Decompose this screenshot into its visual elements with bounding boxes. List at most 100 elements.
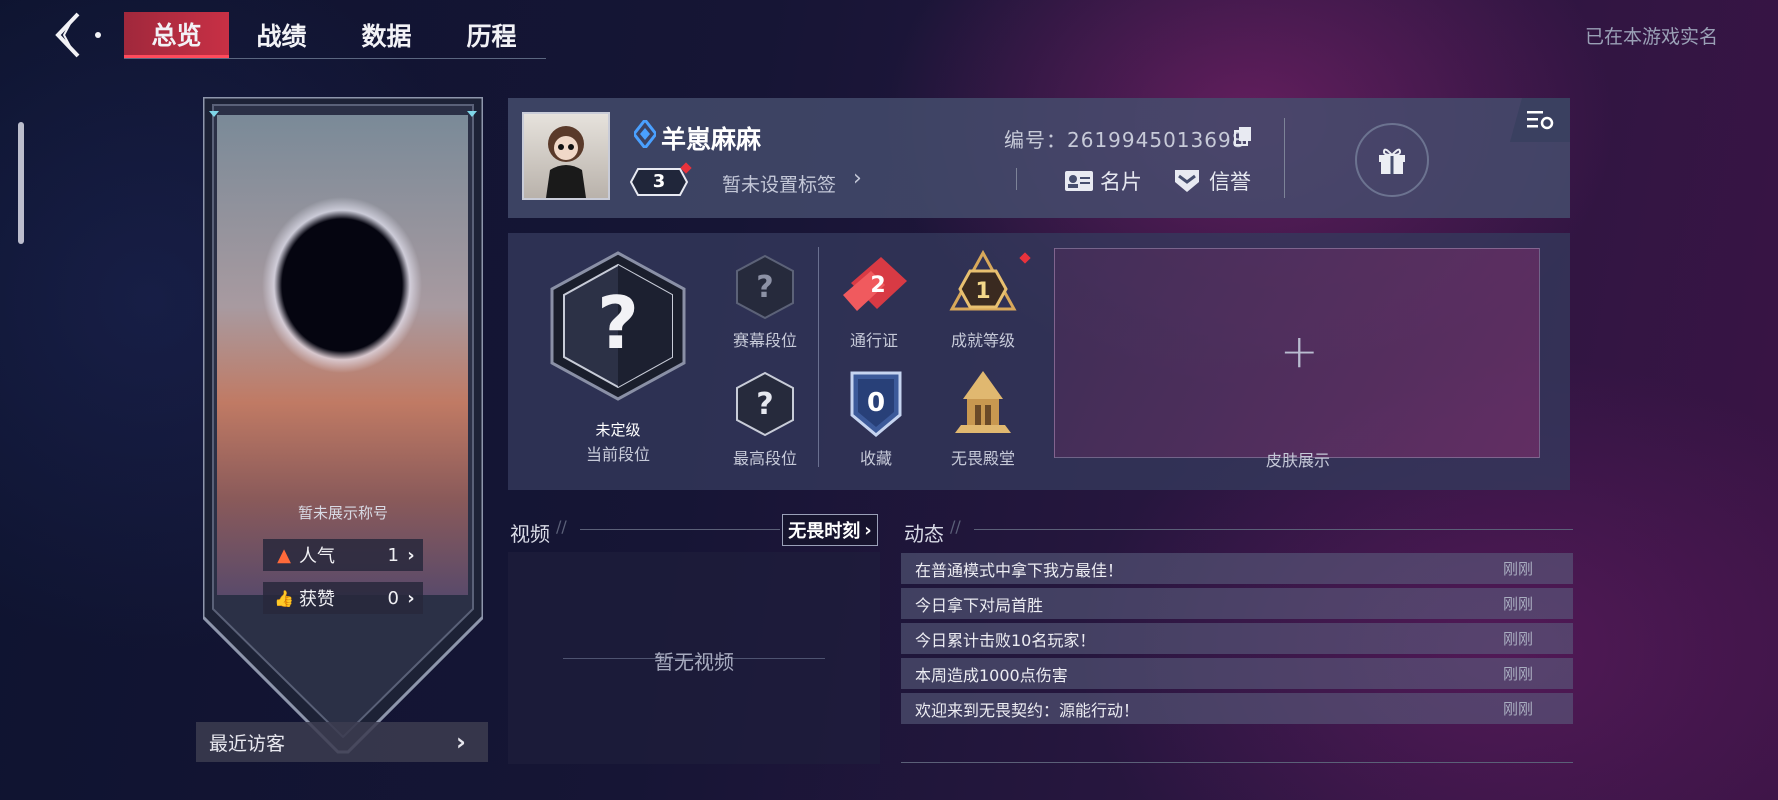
svg-text:?: ? xyxy=(597,281,639,365)
svg-text:?: ? xyxy=(756,387,773,422)
achievement-icon[interactable]: 1 xyxy=(948,249,1018,323)
copy-icon[interactable] xyxy=(1234,126,1252,146)
chevron-right-icon: › xyxy=(864,519,872,541)
profile-header: 羊崽麻麻 3 暂未设置标签 › 编号：2619945013698 名片 信誉 xyxy=(508,98,1570,218)
pass-value: 2 xyxy=(870,273,885,298)
chevron-right-icon: › xyxy=(407,587,415,609)
username: 羊崽麻麻 xyxy=(661,125,762,154)
id-card-icon xyxy=(1065,171,1093,191)
section-divider xyxy=(974,529,1573,530)
pass-ticket-icon[interactable]: 2 xyxy=(841,253,911,323)
likes-label: 获赞 xyxy=(299,589,335,610)
current-rank-label: 当前段位 xyxy=(585,445,650,464)
avatar[interactable] xyxy=(522,112,610,200)
no-video-text: 暂无视频 xyxy=(654,650,734,674)
feed-item-time: 刚刚 xyxy=(1503,630,1534,648)
avatar-image xyxy=(546,126,586,198)
feed-item-text: 欢迎来到无畏契约：源能行动！ xyxy=(915,700,1140,720)
svg-text:?: ? xyxy=(756,270,773,305)
player-id: 编号：2619945013698 xyxy=(1004,128,1246,152)
business-card-label: 名片 xyxy=(1100,170,1142,194)
feed-item-text: 今日累计击败10名玩家！ xyxy=(915,630,1096,650)
add-icon: + xyxy=(1280,324,1319,378)
feed-item-time: 刚刚 xyxy=(1503,665,1534,683)
recent-visitors-label: 最近访客 xyxy=(209,732,286,755)
section-divider xyxy=(901,762,1573,763)
rank-panel: ? 未定级 当前段位 ? 赛幕段位 ? 最高段位 2 通行证 1 成就等级 0 … xyxy=(508,233,1570,490)
popularity-label: 人气 xyxy=(299,546,335,567)
credit-label: 信誉 xyxy=(1209,170,1251,194)
section-slash-icon: // xyxy=(556,517,567,536)
chevron-right-icon[interactable]: › xyxy=(853,166,862,191)
feed-item[interactable]: 欢迎来到无畏契约：源能行动！ 刚刚 xyxy=(901,693,1573,724)
achievement-value: 1 xyxy=(975,279,990,304)
highest-rank-label: 最高段位 xyxy=(732,449,797,468)
collection-badge-icon[interactable]: 0 xyxy=(848,369,904,439)
thumbs-up-icon: 👍 xyxy=(274,588,294,608)
recent-visitors-button[interactable]: 最近访客 › xyxy=(196,722,488,762)
highest-rank-icon[interactable]: ? xyxy=(735,371,795,437)
divider xyxy=(1284,118,1285,198)
tab-bar: 总览 战绩 数据 历程 xyxy=(124,12,546,59)
business-card-button[interactable]: 名片 xyxy=(1064,166,1142,196)
highlights-link[interactable]: 无畏时刻 › xyxy=(782,514,878,546)
divider xyxy=(1016,168,1017,190)
fire-icon: ▲ xyxy=(277,544,291,566)
feed-item-text: 在普通模式中拿下我方最佳！ xyxy=(915,560,1124,580)
feed-item-time: 刚刚 xyxy=(1503,700,1534,718)
tab-record[interactable]: 战绩 xyxy=(229,12,334,58)
feed-item-time: 刚刚 xyxy=(1503,595,1534,613)
video-section-title: 视频 xyxy=(510,522,550,546)
notification-dot xyxy=(1019,252,1031,264)
video-area: 暂无视频 xyxy=(508,552,880,764)
card-artwork xyxy=(217,115,468,595)
settings-button[interactable] xyxy=(1510,98,1570,142)
current-rank-value: 未定级 xyxy=(595,421,641,439)
scrollbar[interactable] xyxy=(18,122,24,244)
section-slash-icon: // xyxy=(950,517,961,536)
player-card[interactable]: 暂未展示称号 ▲ 人气 1 › 👍 获赞 0 › xyxy=(203,97,483,755)
back-arrow-icon xyxy=(55,12,101,58)
likes-value: 0 xyxy=(387,587,399,609)
pass-label: 通行证 xyxy=(849,331,898,350)
card-title: 暂未展示称号 xyxy=(297,504,388,522)
tab-data[interactable]: 数据 xyxy=(334,12,439,58)
skin-showcase[interactable]: + 皮肤展示 xyxy=(1054,248,1540,470)
chevron-right-icon: › xyxy=(456,728,466,756)
feed-section-title: 动态 xyxy=(904,522,944,546)
hall-label: 无畏殿堂 xyxy=(950,449,1015,468)
level-number: 3 xyxy=(652,171,666,192)
credit-button[interactable]: 信誉 xyxy=(1173,166,1251,196)
unranked-hex-icon[interactable]: ? xyxy=(548,251,688,401)
section-divider xyxy=(580,529,780,530)
feed-item-time: 刚刚 xyxy=(1503,560,1534,578)
realname-status: 已在本游戏实名 xyxy=(1584,26,1718,48)
feed-item-text: 今日拿下对局首胜 xyxy=(915,595,1044,615)
back-button[interactable] xyxy=(48,10,108,60)
gift-button[interactable] xyxy=(1355,123,1429,197)
shield-icon xyxy=(1175,170,1199,192)
divider xyxy=(818,247,819,467)
tab-overview[interactable]: 总览 xyxy=(124,12,229,58)
tag-label[interactable]: 暂未设置标签 xyxy=(722,170,836,197)
season-rank-icon[interactable]: ? xyxy=(735,254,795,320)
likes-stat[interactable]: 👍 获赞 0 › xyxy=(263,582,423,614)
chevron-right-icon: › xyxy=(407,544,415,566)
season-rank-label: 赛幕段位 xyxy=(732,331,797,350)
tab-history[interactable]: 历程 xyxy=(439,12,544,58)
achievement-label: 成就等级 xyxy=(950,331,1015,350)
feed-item[interactable]: 今日拿下对局首胜 刚刚 xyxy=(901,588,1573,619)
feed-item-text: 本周造成1000点伤害 xyxy=(915,665,1068,685)
diamond-icon xyxy=(634,120,656,148)
highlights-label: 无畏时刻 xyxy=(788,521,861,542)
gift-icon xyxy=(1379,148,1405,174)
feed-item[interactable]: 今日累计击败10名玩家！ 刚刚 xyxy=(901,623,1573,654)
feed-item[interactable]: 本周造成1000点伤害 刚刚 xyxy=(901,658,1573,689)
feed-item[interactable]: 在普通模式中拿下我方最佳！ 刚刚 xyxy=(901,553,1573,584)
collection-value: 0 xyxy=(867,388,885,418)
collection-label: 收藏 xyxy=(859,449,892,468)
popularity-value: 1 xyxy=(387,544,399,566)
popularity-stat[interactable]: ▲ 人气 1 › xyxy=(263,539,423,571)
hall-temple-icon[interactable] xyxy=(951,369,1015,439)
skin-showcase-label: 皮肤展示 xyxy=(1265,451,1330,470)
